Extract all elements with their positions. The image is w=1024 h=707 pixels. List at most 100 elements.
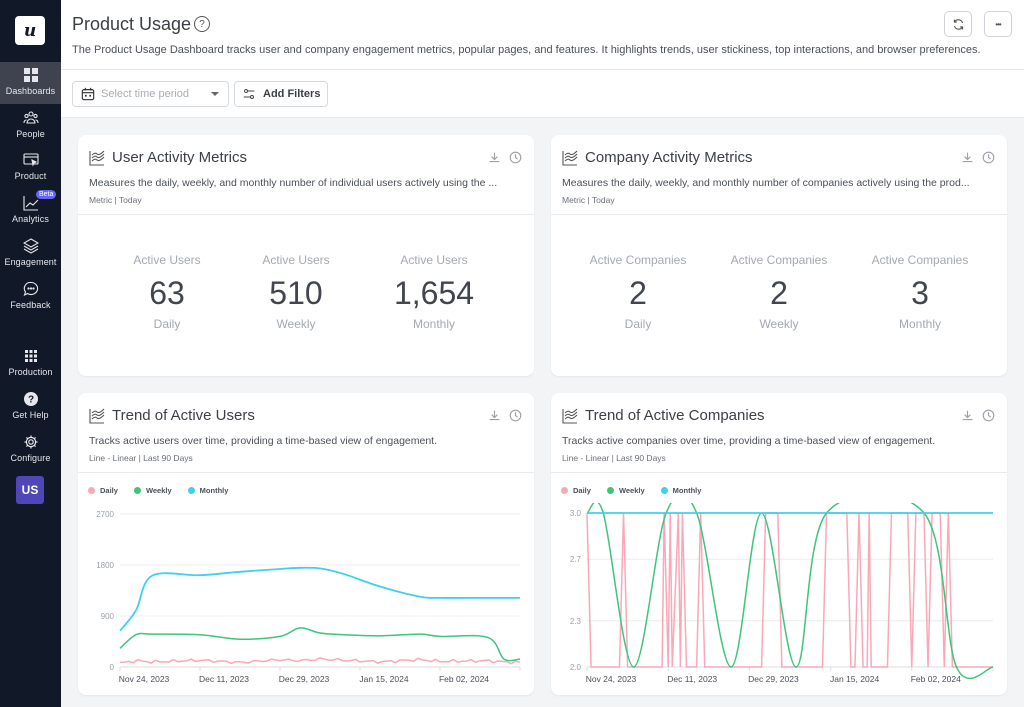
metric-value: 1,654 <box>393 275 475 311</box>
card-meta: Line - Linear | Last 90 Days <box>89 453 193 463</box>
legend-item-monthly[interactable]: Monthly <box>187 486 228 495</box>
legend-item-daily[interactable]: Daily <box>561 486 591 495</box>
sidebar-item-people[interactable]: People <box>0 105 61 147</box>
refresh-button[interactable] <box>944 11 972 37</box>
dashboard-grid-icon <box>23 68 38 82</box>
series-line-weekly[interactable] <box>119 627 521 662</box>
active-companies-line-chart: 2.0 2.3 2.7 3.0 Nov 24, 2023 Dec 11, 2023 Dec … <box>570 503 994 684</box>
clock-icon[interactable] <box>509 409 522 422</box>
metric-value: 510 <box>269 275 323 311</box>
chart-legend: Daily Weekly Monthly <box>561 486 701 495</box>
x-tick-label: Dec 29, 2023 <box>748 674 799 684</box>
sidebar-item-production[interactable]: Production <box>0 343 61 385</box>
card-title: Trend of Active Companies <box>585 407 765 424</box>
sidebar-item-label: Dashboards <box>5 86 56 96</box>
legend-item-daily[interactable]: Daily <box>88 486 118 495</box>
clock-icon[interactable] <box>982 409 995 422</box>
y-tick-label: 900 <box>101 612 115 621</box>
y-tick-label: 2.7 <box>570 555 582 564</box>
company-activity-metrics-card: Company Activity Metrics Measures the da… <box>551 135 1007 376</box>
legend-item-weekly[interactable]: Weekly <box>133 486 172 495</box>
metric-label: Active Users <box>400 253 468 267</box>
clock-icon[interactable] <box>509 151 522 164</box>
legend-item-monthly[interactable]: Monthly <box>660 486 701 495</box>
card-description: Measures the daily, weekly, and monthly … <box>89 177 498 189</box>
product-window-icon <box>22 153 39 167</box>
sidebar-item-label: Feedback <box>10 300 51 310</box>
more-icon: ••• <box>995 19 1001 29</box>
metric-period: Monthly <box>412 317 456 331</box>
more-options-button[interactable]: ••• <box>984 11 1012 37</box>
metric-value: 2 <box>629 275 647 311</box>
x-tick-label: Dec 11, 2023 <box>199 674 249 684</box>
metric-label: Active Users <box>262 253 330 267</box>
gear-icon <box>24 435 37 449</box>
filter-sliders-icon <box>243 89 255 99</box>
download-icon[interactable] <box>961 409 974 422</box>
metric-period: Daily <box>624 317 652 331</box>
people-icon <box>22 111 39 124</box>
sidebar-item-product[interactable]: Product <box>0 147 61 189</box>
help-icon[interactable]: ? <box>194 16 210 32</box>
clock-icon[interactable] <box>982 151 995 164</box>
x-tick-label: Jan 15, 2024 <box>359 674 408 684</box>
x-tick-label: Feb 02, 2024 <box>911 674 961 684</box>
card-description: Tracks active companies over time, provi… <box>562 435 936 447</box>
apps-grid-icon <box>24 350 37 362</box>
sidebar-item-dashboards[interactable]: Dashboards <box>0 62 61 104</box>
metric-monthly-companies: Active Companies 3 Monthly <box>860 253 980 331</box>
add-filters-label: Add Filters <box>263 88 321 100</box>
chat-bubble-icon <box>23 281 38 297</box>
sidebar-item-label: Configure <box>10 453 51 463</box>
card-description: Tracks active users over time, providing… <box>89 435 438 447</box>
sidebar-item-label: Get Help <box>12 410 49 420</box>
download-icon[interactable] <box>488 151 501 164</box>
metric-daily-companies: Active Companies 2 Daily <box>578 253 698 331</box>
card-header: User Activity Metrics Measures the daily… <box>78 135 534 215</box>
download-icon[interactable] <box>488 409 501 422</box>
sidebar-item-label: Engagement <box>4 257 57 267</box>
metric-period: Weekly <box>759 317 799 331</box>
time-period-select[interactable]: Select time period <box>72 81 229 107</box>
x-tick-label: Jan 15, 2024 <box>830 674 879 684</box>
active-users-line-chart: 0 900 1800 2700 Nov 24, 2023 Dec 11, 2023 Dec … <box>96 510 521 684</box>
beta-badge: Beta <box>36 190 57 199</box>
series-line-daily[interactable] <box>586 512 993 668</box>
download-icon[interactable] <box>961 151 974 164</box>
metric-label: Active Users <box>133 253 201 267</box>
y-tick-label: 2.0 <box>570 663 582 672</box>
sidebar-item-analytics[interactable]: Beta Analytics <box>0 190 61 232</box>
metric-value: 3 <box>911 275 929 311</box>
chart-legend: Daily Weekly Monthly <box>88 486 228 495</box>
sidebar-item-configure[interactable]: Configure <box>0 429 61 471</box>
x-tick-label: Feb 02, 2024 <box>439 674 489 684</box>
series-line-daily[interactable] <box>119 657 521 665</box>
series-line-monthly[interactable] <box>119 566 520 632</box>
legend-item-weekly[interactable]: Weekly <box>606 486 645 495</box>
trend-active-companies-card: Trend of Active Companies Tracks active … <box>551 393 1007 695</box>
card-meta: Metric | Today <box>562 195 615 205</box>
sidebar-item-label: People <box>16 129 45 139</box>
series-line-weekly[interactable] <box>586 503 994 680</box>
add-filters-button[interactable]: Add Filters <box>234 81 328 107</box>
user-avatar[interactable]: US <box>16 476 44 504</box>
metric-label: Active Companies <box>730 253 828 267</box>
sidebar-item-get-help[interactable]: ? Get Help <box>0 386 61 428</box>
line-chart-icon <box>89 408 105 424</box>
sidebar-item-feedback[interactable]: Feedback <box>0 276 61 318</box>
user-activity-metrics-card: User Activity Metrics Measures the daily… <box>78 135 534 376</box>
sidebar-item-engagement[interactable]: Engagement <box>0 233 61 275</box>
card-header: Trend of Active Companies Tracks active … <box>551 393 1007 473</box>
card-header: Trend of Active Users Tracks active user… <box>78 393 534 473</box>
card-description: Measures the daily, weekly, and monthly … <box>562 177 970 189</box>
layers-icon <box>22 238 39 254</box>
x-tick-label: Nov 24, 2023 <box>119 674 170 684</box>
line-chart-icon <box>562 150 578 166</box>
svg-text:?: ? <box>27 395 33 406</box>
x-tick-label: Nov 24, 2023 <box>586 674 637 684</box>
x-tick-label: Dec 29, 2023 <box>279 674 330 684</box>
card-title: User Activity Metrics <box>112 149 248 166</box>
app-logo[interactable]: u <box>15 16 45 45</box>
metric-monthly-users: Active Users 1,654 Monthly <box>374 253 494 331</box>
card-header: Company Activity Metrics Measures the da… <box>551 135 1007 215</box>
